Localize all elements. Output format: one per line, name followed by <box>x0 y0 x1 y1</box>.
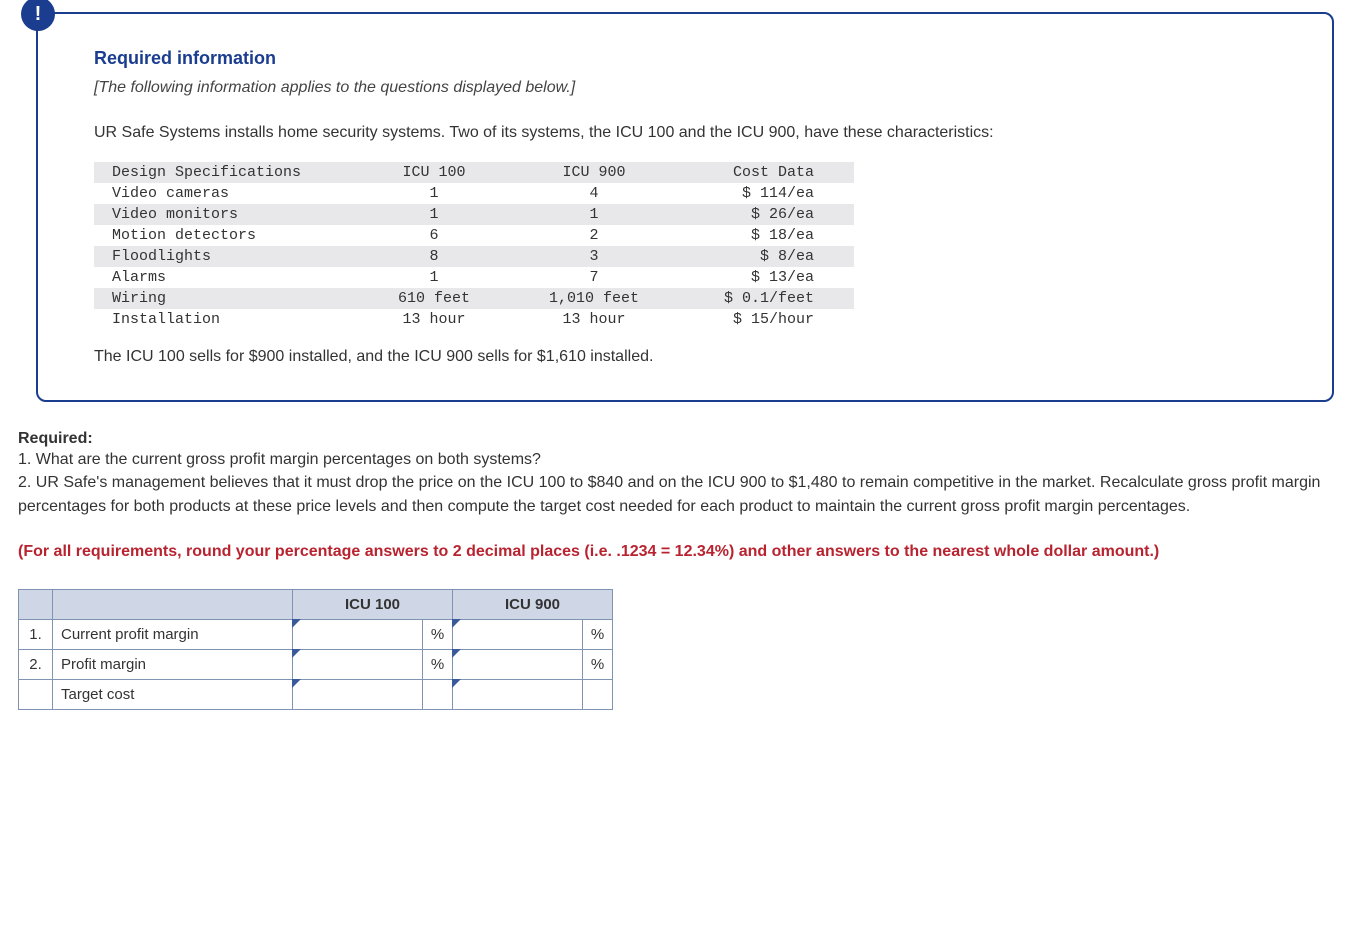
spec-name: Motion detectors <box>94 225 354 246</box>
row-label: Profit margin <box>53 649 293 679</box>
icu100-target-cost-input[interactable] <box>293 680 422 709</box>
input-notch-icon <box>292 679 301 688</box>
header-spec: Design Specifications <box>94 162 354 183</box>
spec-name: Video monitors <box>94 204 354 225</box>
icu100-current-margin-input[interactable] <box>293 620 422 649</box>
info-badge-icon: ! <box>21 0 55 31</box>
spec-name: Wiring <box>94 288 354 309</box>
spec-row: Wiring 610 feet 1,010 feet $ 0.1/feet <box>94 288 854 309</box>
input-notch-icon <box>452 649 461 658</box>
unit-label <box>583 679 613 709</box>
spec-cost: $ 15/hour <box>674 309 854 330</box>
spec-row: Motion detectors 6 2 $ 18/ea <box>94 225 854 246</box>
input-notch-icon <box>452 619 461 628</box>
spec-row: Alarms 1 7 $ 13/ea <box>94 267 854 288</box>
badge-glyph: ! <box>35 3 42 26</box>
spec-icu100: 13 hour <box>354 309 514 330</box>
header-icu100: ICU 100 <box>293 589 453 619</box>
question-2: 2. UR Safe's management believes that it… <box>18 471 1334 517</box>
spec-cost: $ 26/ea <box>674 204 854 225</box>
question-1: 1. What are the current gross profit mar… <box>18 448 1334 471</box>
intro-text: UR Safe Systems installs home security s… <box>94 121 1282 144</box>
header-icu100: ICU 100 <box>354 162 514 183</box>
answer-row: Target cost <box>19 679 613 709</box>
spec-row: Video cameras 1 4 $ 114/ea <box>94 183 854 204</box>
answer-header-row: ICU 100 ICU 900 <box>19 589 613 619</box>
spec-icu900: 4 <box>514 183 674 204</box>
row-number: 1. <box>19 619 53 649</box>
spec-row: Video monitors 1 1 $ 26/ea <box>94 204 854 225</box>
spec-name: Video cameras <box>94 183 354 204</box>
unit-label: % <box>423 619 453 649</box>
header-icu900: ICU 900 <box>514 162 674 183</box>
unit-label: % <box>423 649 453 679</box>
input-notch-icon <box>292 649 301 658</box>
row-number: 2. <box>19 649 53 679</box>
spec-cost: $ 13/ea <box>674 267 854 288</box>
spec-icu900: 1 <box>514 204 674 225</box>
answer-row: 2. Profit margin % % <box>19 649 613 679</box>
spec-cost: $ 18/ea <box>674 225 854 246</box>
spec-cost: $ 114/ea <box>674 183 854 204</box>
icu100-profit-margin-input[interactable] <box>293 650 422 679</box>
unit-label: % <box>583 619 613 649</box>
spec-icu100: 1 <box>354 183 514 204</box>
spec-icu100: 1 <box>354 204 514 225</box>
unit-label: % <box>583 649 613 679</box>
answer-row: 1. Current profit margin % % <box>19 619 613 649</box>
answer-table: ICU 100 ICU 900 1. Current profit margin… <box>18 589 613 710</box>
applies-note: [The following information applies to th… <box>94 79 1282 97</box>
input-notch-icon <box>452 679 461 688</box>
row-label: Target cost <box>53 679 293 709</box>
row-number <box>19 679 53 709</box>
spec-icu100: 6 <box>354 225 514 246</box>
required-section: Required: 1. What are the current gross … <box>18 430 1334 710</box>
icu900-target-cost-input[interactable] <box>453 680 582 709</box>
spec-row: Installation 13 hour 13 hour $ 15/hour <box>94 309 854 330</box>
required-information-box: ! Required information [The following in… <box>36 12 1334 402</box>
blank-header <box>19 589 53 619</box>
spec-table: Design Specifications ICU 100 ICU 900 Co… <box>94 162 854 330</box>
spec-name: Installation <box>94 309 354 330</box>
required-label: Required: <box>18 430 1334 448</box>
spec-name: Alarms <box>94 267 354 288</box>
spec-row: Floodlights 8 3 $ 8/ea <box>94 246 854 267</box>
header-icu900: ICU 900 <box>453 589 613 619</box>
rounding-instruction: (For all requirements, round your percen… <box>18 540 1334 563</box>
blank-header <box>53 589 293 619</box>
spec-header-row: Design Specifications ICU 100 ICU 900 Co… <box>94 162 854 183</box>
icu900-current-margin-input[interactable] <box>453 620 582 649</box>
header-cost: Cost Data <box>674 162 854 183</box>
icu900-profit-margin-input[interactable] <box>453 650 582 679</box>
spec-icu100: 1 <box>354 267 514 288</box>
sells-for-text: The ICU 100 sells for $900 installed, an… <box>94 348 1282 366</box>
spec-icu100: 8 <box>354 246 514 267</box>
spec-icu900: 1,010 feet <box>514 288 674 309</box>
spec-name: Floodlights <box>94 246 354 267</box>
spec-icu100: 610 feet <box>354 288 514 309</box>
input-notch-icon <box>292 619 301 628</box>
spec-cost: $ 8/ea <box>674 246 854 267</box>
spec-icu900: 13 hour <box>514 309 674 330</box>
unit-label <box>423 679 453 709</box>
spec-icu900: 3 <box>514 246 674 267</box>
spec-cost: $ 0.1/feet <box>674 288 854 309</box>
spec-icu900: 7 <box>514 267 674 288</box>
row-label: Current profit margin <box>53 619 293 649</box>
spec-icu900: 2 <box>514 225 674 246</box>
section-title: Required information <box>94 48 1282 69</box>
